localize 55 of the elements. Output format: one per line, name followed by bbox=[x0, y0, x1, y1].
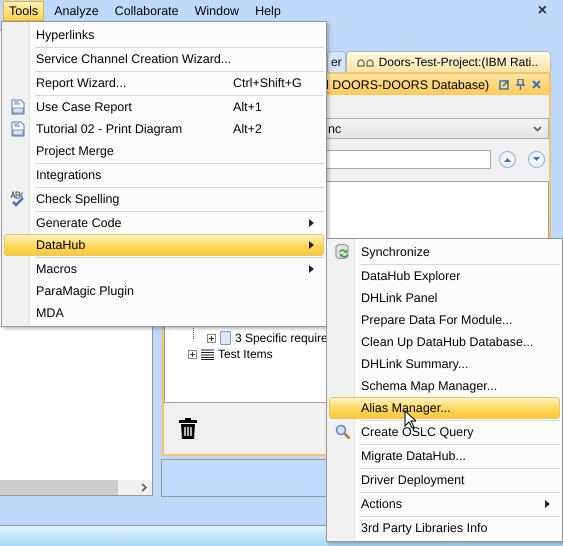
menu-item[interactable]: Driver Deployment bbox=[329, 469, 560, 491]
menu-item[interactable]: Generate Code bbox=[4, 212, 324, 234]
tab[interactable]: Doors-Test-Project:(IBM Rati.. bbox=[346, 51, 551, 72]
menu-item[interactable]: Service Channel Creation Wizard... bbox=[4, 48, 324, 70]
close-icon[interactable] bbox=[532, 80, 541, 89]
menu-title[interactable]: Collaborate bbox=[108, 0, 185, 20]
menu-item[interactable]: Clean Up DataHub Database... bbox=[329, 331, 560, 353]
list-icon bbox=[200, 348, 214, 360]
report-icon bbox=[11, 99, 25, 115]
search-icon bbox=[335, 424, 351, 440]
panel-title: l DOORS-DOORS Database) bbox=[326, 78, 490, 92]
tab[interactable]: er bbox=[326, 51, 346, 72]
menu-item[interactable]: DataHub Explorer bbox=[329, 265, 560, 287]
spell-check-icon bbox=[10, 191, 26, 207]
menu-title[interactable]: Tools bbox=[3, 0, 44, 20]
menu-item[interactable]: Check Spelling bbox=[4, 188, 324, 210]
menu-item[interactable]: Alias Manager... bbox=[329, 397, 560, 419]
menu-item[interactable]: 3rd Party Libraries Info bbox=[329, 517, 560, 539]
menu-title[interactable]: Analyze bbox=[48, 0, 105, 20]
tree-item[interactable]: Test Items bbox=[188, 346, 273, 362]
menu-item[interactable]: Use Case Report Alt+1 bbox=[4, 96, 324, 118]
menu-title[interactable]: Help bbox=[249, 0, 287, 20]
document-icon bbox=[220, 331, 231, 345]
pin-icon[interactable] bbox=[516, 79, 525, 90]
menu-item[interactable]: Hyperlinks bbox=[4, 24, 324, 46]
menu-item[interactable]: Integrations bbox=[4, 164, 324, 186]
menu-item[interactable]: Report Wizard... Ctrl+Shift+G bbox=[4, 72, 324, 94]
down-arrow-icon bbox=[533, 157, 540, 162]
menu-item[interactable]: Migrate DataHub... bbox=[329, 445, 560, 467]
menu-item[interactable]: ParaMagic Plugin bbox=[4, 280, 324, 302]
menu-item[interactable]: Create OSLC Query bbox=[329, 421, 560, 443]
chevron-icon bbox=[533, 126, 542, 132]
menu-title[interactable]: Window bbox=[188, 0, 246, 20]
expand-icon[interactable] bbox=[188, 350, 197, 358]
expand-icon[interactable] bbox=[206, 334, 216, 342]
menu-item[interactable]: Synchronize bbox=[329, 241, 560, 263]
menu-item[interactable]: Schema Map Manager... bbox=[329, 375, 560, 397]
menu-item[interactable]: Prepare Data For Module... bbox=[329, 309, 560, 331]
scroll-right-icon[interactable] bbox=[140, 483, 147, 492]
report-icon bbox=[11, 121, 25, 137]
up-arrow-icon bbox=[504, 157, 511, 162]
horizontal-scrollbar[interactable] bbox=[0, 480, 152, 495]
restore-icon[interactable] bbox=[499, 80, 509, 90]
trash-icon[interactable] bbox=[178, 417, 198, 440]
menu-item[interactable]: DHLink Summary... bbox=[329, 353, 560, 375]
menu-item[interactable]: Actions bbox=[329, 493, 560, 515]
menu-item[interactable]: MDA bbox=[4, 302, 324, 324]
menu-item[interactable]: DataHub bbox=[4, 234, 324, 256]
menu-item[interactable]: Project Merge bbox=[4, 140, 324, 162]
close-button[interactable]: × bbox=[538, 2, 547, 20]
next-button[interactable] bbox=[528, 151, 545, 168]
menu-item[interactable]: DHLink Panel bbox=[329, 287, 560, 309]
tree-item[interactable]: 3 Specific require bbox=[206, 330, 328, 346]
previous-button[interactable] bbox=[499, 151, 516, 168]
menu-item[interactable]: Macros bbox=[4, 258, 324, 280]
